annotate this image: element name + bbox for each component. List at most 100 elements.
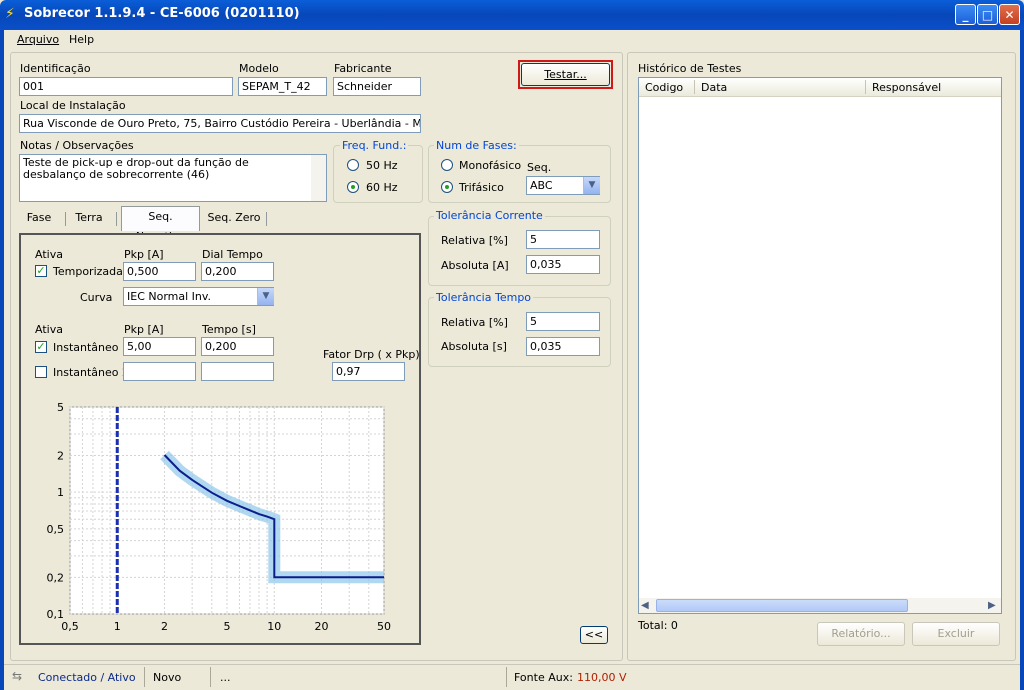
col-data[interactable]: Data <box>701 81 727 94</box>
fabricante-label: Fabricante <box>334 62 392 75</box>
tol-tempo-abs-input[interactable]: 0,035 <box>526 337 600 356</box>
x-tick-label: 1 <box>114 620 121 633</box>
tol-tempo-abs-label: Absoluta [s] <box>441 340 507 353</box>
window-frame-left <box>0 30 4 690</box>
x-tick-label: 10 <box>267 620 281 633</box>
fator-label: Fator Drp ( x Pkp) <box>323 348 420 361</box>
inst2-pkp-input[interactable] <box>123 362 196 381</box>
relatorio-button[interactable]: Relatório... <box>817 622 905 646</box>
tab-seq-negativa[interactable]: Seq. Negativa <box>121 206 200 243</box>
menu-arquivo[interactable]: Arquivo <box>17 33 59 46</box>
inst1-pkp-input[interactable]: 5,00 <box>123 337 196 356</box>
minimize-button[interactable]: _ <box>955 4 976 25</box>
temporizada-pkp-input[interactable]: 0,500 <box>123 262 196 281</box>
dial-label: Dial Tempo <box>202 248 263 261</box>
tab-divider <box>116 212 117 226</box>
freq-50-label: 50 Hz <box>366 159 398 172</box>
freq-50-radio[interactable] <box>347 159 359 171</box>
freq-60-radio[interactable] <box>347 181 359 193</box>
inst1-tempo-input[interactable]: 0,200 <box>201 337 274 356</box>
close-button[interactable]: ✕ <box>999 4 1020 25</box>
fases-title: Num de Fases: <box>434 139 519 152</box>
x-tick-label: 0,5 <box>61 620 79 633</box>
local-input[interactable]: Rua Visconde de Ouro Preto, 75, Bairro C… <box>19 114 421 133</box>
y-tick-label: 5 <box>57 401 64 414</box>
seq-label: Seq. <box>527 161 552 174</box>
status-connection: Conectado / Ativo <box>38 671 136 684</box>
tol-corrente-rel-input[interactable]: 5 <box>526 230 600 249</box>
status-divider <box>506 667 507 687</box>
temporizada-dial-input[interactable]: 0,200 <box>201 262 274 281</box>
temporizada-checkbox[interactable]: ✓ <box>35 265 47 277</box>
notas-label: Notas / Observações <box>20 139 134 152</box>
tol-tempo-group <box>428 297 611 367</box>
excluir-button[interactable]: Excluir <box>912 622 1000 646</box>
menu-help[interactable]: Help <box>69 33 94 46</box>
tol-tempo-rel-input[interactable]: 5 <box>526 312 600 331</box>
inst2-checkbox[interactable] <box>35 366 47 378</box>
freq-title: Freq. Fund.: <box>340 139 409 152</box>
curva-value: IEC Normal Inv. <box>127 290 212 303</box>
scroll-thumb[interactable] <box>656 599 908 612</box>
connection-icon: ⇆ <box>12 669 23 683</box>
freq-60-label: 60 Hz <box>366 181 398 194</box>
monofasico-radio[interactable] <box>441 159 453 171</box>
tab-fase[interactable]: Fase <box>19 208 59 229</box>
inst1-checkbox[interactable]: ✓ <box>35 341 47 353</box>
curva-select[interactable]: IEC Normal Inv. <box>123 287 274 306</box>
time-current-chart: 0,5 1 2 5 10 20 50 0,1 0,2 0,5 1 2 5 <box>47 401 392 633</box>
total-label: Total: 0 <box>638 619 678 632</box>
y-tick-label: 1 <box>57 486 64 499</box>
title-bar[interactable]: ⚡ Sobrecor 1.1.9.4 - CE-6006 (0201110) _… <box>0 0 1024 30</box>
modelo-label: Modelo <box>239 62 279 75</box>
col-responsavel[interactable]: Responsável <box>872 81 941 94</box>
inst2-tempo-input[interactable] <box>201 362 274 381</box>
monofasico-label: Monofásico <box>459 159 522 172</box>
notas-textarea[interactable]: Teste de pick-up e drop-out da função de… <box>19 154 327 202</box>
modelo-input[interactable]: SEPAM_T_42 <box>238 77 327 96</box>
ident-input[interactable]: 001 <box>19 77 233 96</box>
ativa-label-2: Ativa <box>35 323 63 336</box>
seq-dropdown-icon[interactable]: ▼ <box>583 177 600 194</box>
notas-scrollbar[interactable] <box>311 155 326 201</box>
maximize-button[interactable]: □ <box>977 4 998 25</box>
fabricante-input[interactable]: Schneider <box>333 77 421 96</box>
status-divider <box>144 667 145 687</box>
tol-corrente-group <box>428 216 611 286</box>
tab-terra[interactable]: Terra <box>68 208 110 229</box>
curva-dropdown-icon[interactable]: ▼ <box>257 288 274 305</box>
pkp-label-2: Pkp [A] <box>124 323 164 336</box>
ident-label: Identificação <box>20 62 91 75</box>
tol-corrente-abs-input[interactable]: 0,035 <box>526 255 600 274</box>
collapse-button[interactable]: << <box>580 626 608 644</box>
col-divider <box>694 80 695 94</box>
curva-label: Curva <box>80 291 113 304</box>
local-label: Local de Instalação <box>20 99 126 112</box>
y-tick-label: 0,5 <box>47 523 65 536</box>
tab-divider <box>65 212 66 226</box>
temporizada-label: Temporizada <box>53 265 123 278</box>
status-bar: ⇆ Conectado / Ativo Novo ... Fonte Aux: … <box>4 664 1020 689</box>
tab-divider <box>266 212 267 226</box>
menu-bar: Arquivo Help <box>4 30 1020 49</box>
scroll-left-icon[interactable]: ◀ <box>641 600 649 611</box>
col-codigo[interactable]: Codigo <box>645 81 683 94</box>
tol-tempo-title: Tolerância Tempo <box>434 291 534 304</box>
fator-input[interactable]: 0,97 <box>332 362 405 381</box>
x-tick-label: 20 <box>315 620 329 633</box>
scroll-right-icon[interactable]: ▶ <box>988 600 996 611</box>
historico-table[interactable] <box>638 77 1002 614</box>
pkp-label-1: Pkp [A] <box>124 248 164 261</box>
freq-group <box>333 145 423 203</box>
x-tick-label: 5 <box>224 620 231 633</box>
y-tick-label: 2 <box>57 449 64 462</box>
col-divider <box>865 80 866 94</box>
tol-corrente-title: Tolerância Corrente <box>434 209 545 222</box>
trifasico-radio[interactable] <box>441 181 453 193</box>
tol-corrente-abs-label: Absoluta [A] <box>441 259 509 272</box>
fonte-label: Fonte Aux: <box>514 671 573 684</box>
testar-button[interactable]: Testar... <box>521 63 610 86</box>
tab-seq-zero[interactable]: Seq. Zero <box>204 208 264 229</box>
x-tick-label: 50 <box>377 620 391 633</box>
inst1-label: Instantâneo 1 <box>53 341 129 354</box>
